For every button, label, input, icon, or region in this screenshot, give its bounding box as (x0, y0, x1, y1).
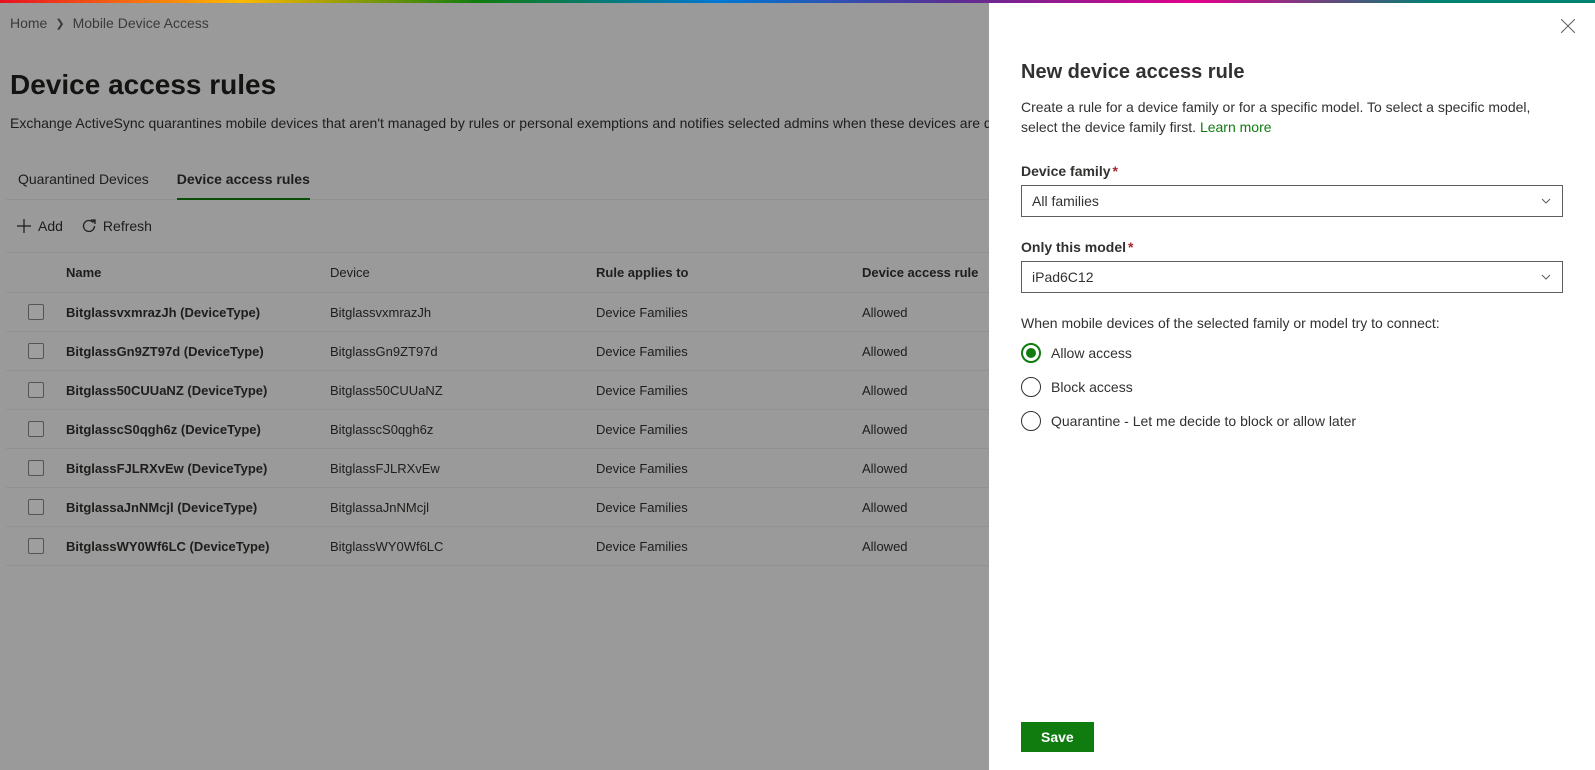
chevron-down-icon (1540, 271, 1552, 283)
required-asterisk: * (1113, 163, 1118, 179)
radio-icon (1021, 411, 1041, 431)
radio-block-label: Block access (1051, 379, 1133, 395)
new-rule-panel: New device access rule Create a rule for… (989, 3, 1595, 770)
connect-behavior-field: When mobile devices of the selected fami… (1021, 315, 1563, 431)
connect-behavior-label: When mobile devices of the selected fami… (1021, 315, 1563, 331)
radio-allow-access[interactable]: Allow access (1021, 343, 1563, 363)
panel-description-text: Create a rule for a device family or for… (1021, 99, 1530, 135)
model-select[interactable]: iPad6C12 (1021, 261, 1563, 293)
model-label-text: Only this model (1021, 239, 1126, 255)
panel-title: New device access rule (1021, 61, 1563, 84)
radio-icon (1021, 377, 1041, 397)
device-family-label: Device family* (1021, 163, 1563, 179)
panel-footer: Save (1021, 706, 1563, 752)
radio-quarantine-label: Quarantine - Let me decide to block or a… (1051, 413, 1356, 429)
connect-radio-group: Allow access Block access Quarantine - L… (1021, 343, 1563, 431)
device-family-label-text: Device family (1021, 163, 1111, 179)
close-button[interactable] (1561, 19, 1575, 36)
device-family-select[interactable]: All families (1021, 185, 1563, 217)
learn-more-link[interactable]: Learn more (1200, 119, 1272, 135)
model-field: Only this model* iPad6C12 (1021, 239, 1563, 293)
device-family-value: All families (1032, 193, 1099, 209)
required-asterisk: * (1128, 239, 1133, 255)
chevron-down-icon (1540, 195, 1552, 207)
radio-block-access[interactable]: Block access (1021, 377, 1563, 397)
device-family-field: Device family* All families (1021, 163, 1563, 217)
radio-allow-label: Allow access (1051, 345, 1132, 361)
model-label: Only this model* (1021, 239, 1563, 255)
panel-description: Create a rule for a device family or for… (1021, 98, 1563, 137)
radio-quarantine[interactable]: Quarantine - Let me decide to block or a… (1021, 411, 1563, 431)
close-icon (1561, 19, 1575, 33)
radio-icon (1021, 343, 1041, 363)
save-button[interactable]: Save (1021, 722, 1094, 752)
model-value: iPad6C12 (1032, 269, 1094, 285)
